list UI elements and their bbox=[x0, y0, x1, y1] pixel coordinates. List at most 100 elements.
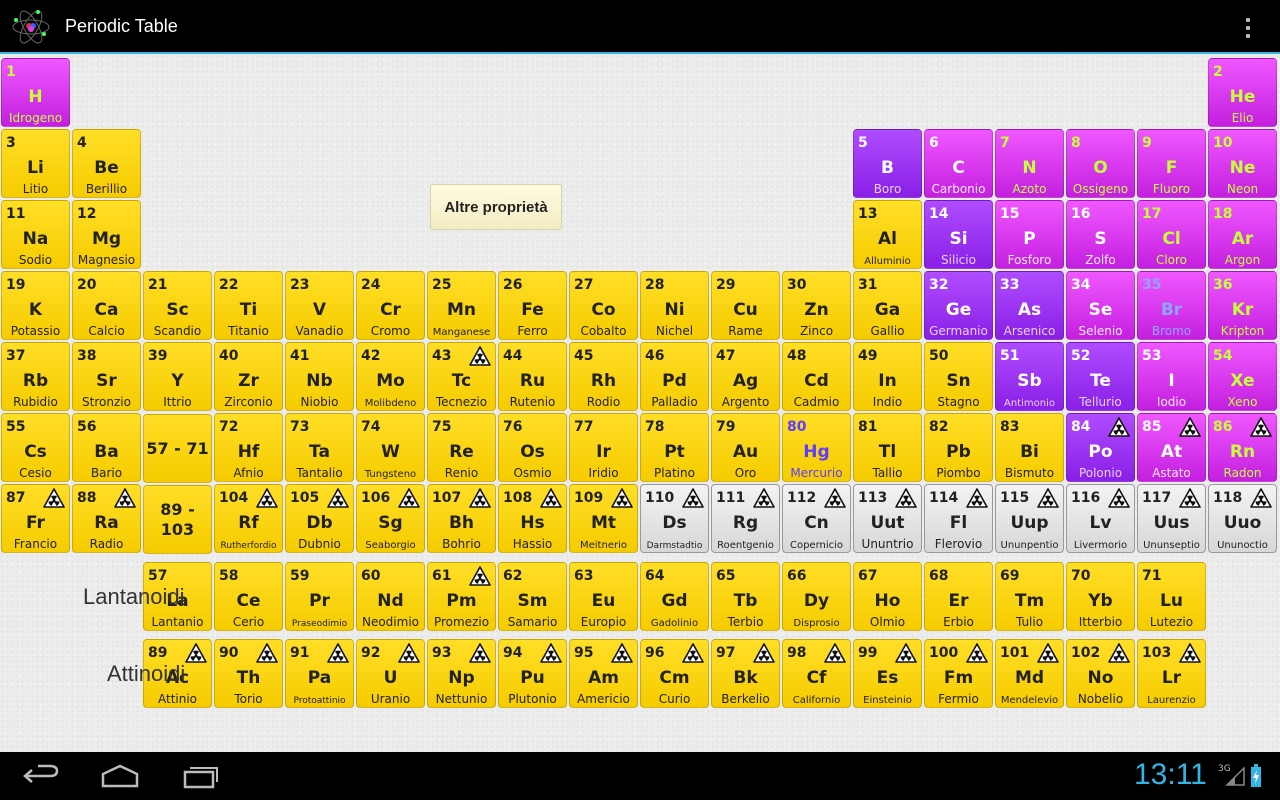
more-properties-button[interactable]: Altre proprietà bbox=[430, 184, 562, 230]
element-cell-ra[interactable]: 88 Ra Radio bbox=[72, 484, 141, 553]
element-cell-uus[interactable]: 117 Uus Ununseptio bbox=[1137, 484, 1206, 553]
element-cell-ru[interactable]: 44 Ru Rutenio bbox=[498, 342, 567, 411]
element-cell-th[interactable]: 90 Th Torio bbox=[214, 639, 283, 708]
element-cell-xe[interactable]: 54 Xe Xeno bbox=[1208, 342, 1277, 411]
element-cell-fl[interactable]: 114 Fl Flerovio bbox=[924, 484, 993, 553]
element-cell-hg[interactable]: 80 Hg Mercurio bbox=[782, 413, 851, 482]
element-cell-ca[interactable]: 20 Ca Calcio bbox=[72, 271, 141, 340]
element-cell-in[interactable]: 49 In Indio bbox=[853, 342, 922, 411]
element-cell-f[interactable]: 9 F Fluoro bbox=[1137, 129, 1206, 198]
element-cell-os[interactable]: 76 Os Osmio bbox=[498, 413, 567, 482]
element-cell-c[interactable]: 6 C Carbonio bbox=[924, 129, 993, 198]
element-cell-pu[interactable]: 94 Pu Plutonio bbox=[498, 639, 567, 708]
element-cell-gd[interactable]: 64 Gd Gadolinio bbox=[640, 562, 709, 631]
element-cell-sg[interactable]: 106 Sg Seaborgio bbox=[356, 484, 425, 553]
element-cell-db[interactable]: 105 Db Dubnio bbox=[285, 484, 354, 553]
lanthanides-range-cell[interactable]: 57 - 71 bbox=[143, 414, 212, 483]
element-cell-si[interactable]: 14 Si Silicio bbox=[924, 200, 993, 269]
element-cell-be[interactable]: 4 Be Berillio bbox=[72, 129, 141, 198]
element-cell-sc[interactable]: 21 Sc Scandio bbox=[143, 271, 212, 340]
element-cell-mg[interactable]: 12 Mg Magnesio bbox=[72, 200, 141, 269]
element-cell-s[interactable]: 16 S Zolfo bbox=[1066, 200, 1135, 269]
element-cell-rg[interactable]: 111 Rg Roentgenio bbox=[711, 484, 780, 553]
element-cell-as[interactable]: 33 As Arsenico bbox=[995, 271, 1064, 340]
element-cell-cr[interactable]: 24 Cr Cromo bbox=[356, 271, 425, 340]
element-cell-ce[interactable]: 58 Ce Cerio bbox=[214, 562, 283, 631]
element-cell-pr[interactable]: 59 Pr Praseodimio bbox=[285, 562, 354, 631]
element-cell-y[interactable]: 39 Y Ittrio bbox=[143, 342, 212, 411]
element-cell-na[interactable]: 11 Na Sodio bbox=[1, 200, 70, 269]
element-cell-cm[interactable]: 96 Cm Curio bbox=[640, 639, 709, 708]
element-cell-hf[interactable]: 72 Hf Afnio bbox=[214, 413, 283, 482]
element-cell-he[interactable]: 2 He Elio bbox=[1208, 58, 1277, 127]
element-cell-hs[interactable]: 108 Hs Hassio bbox=[498, 484, 567, 553]
element-cell-rh[interactable]: 45 Rh Rodio bbox=[569, 342, 638, 411]
element-cell-br[interactable]: 35 Br Bromo bbox=[1137, 271, 1206, 340]
overflow-menu-icon[interactable] bbox=[1236, 14, 1260, 42]
element-cell-h[interactable]: 1 H Idrogeno bbox=[1, 58, 70, 127]
element-cell-ho[interactable]: 67 Ho Olmio bbox=[853, 562, 922, 631]
element-cell-tb[interactable]: 65 Tb Terbio bbox=[711, 562, 780, 631]
element-cell-ga[interactable]: 31 Ga Gallio bbox=[853, 271, 922, 340]
element-cell-tl[interactable]: 81 Tl Tallio bbox=[853, 413, 922, 482]
element-cell-sn[interactable]: 50 Sn Stagno bbox=[924, 342, 993, 411]
element-cell-dy[interactable]: 66 Dy Disprosio bbox=[782, 562, 851, 631]
element-cell-re[interactable]: 75 Re Renio bbox=[427, 413, 496, 482]
element-cell-nd[interactable]: 60 Nd Neodimio bbox=[356, 562, 425, 631]
element-cell-ne[interactable]: 10 Ne Neon bbox=[1208, 129, 1277, 198]
element-cell-zn[interactable]: 30 Zn Zinco bbox=[782, 271, 851, 340]
element-cell-er[interactable]: 68 Er Erbio bbox=[924, 562, 993, 631]
element-cell-ir[interactable]: 77 Ir Iridio bbox=[569, 413, 638, 482]
element-cell-pm[interactable]: 61 Pm Promezio bbox=[427, 562, 496, 631]
element-cell-sr[interactable]: 38 Sr Stronzio bbox=[72, 342, 141, 411]
element-cell-nb[interactable]: 41 Nb Niobio bbox=[285, 342, 354, 411]
recent-apps-icon[interactable] bbox=[182, 762, 220, 790]
back-icon[interactable] bbox=[22, 762, 60, 790]
element-cell-ds[interactable]: 110 Ds Darmstadtio bbox=[640, 484, 709, 553]
element-cell-sb[interactable]: 51 Sb Antimonio bbox=[995, 342, 1064, 411]
element-cell-bi[interactable]: 83 Bi Bismuto bbox=[995, 413, 1064, 482]
element-cell-uut[interactable]: 113 Uut Ununtrio bbox=[853, 484, 922, 553]
element-cell-po[interactable]: 84 Po Polonio bbox=[1066, 413, 1135, 482]
element-cell-cl[interactable]: 17 Cl Cloro bbox=[1137, 200, 1206, 269]
element-cell-lv[interactable]: 116 Lv Livermorio bbox=[1066, 484, 1135, 553]
element-cell-tm[interactable]: 69 Tm Tulio bbox=[995, 562, 1064, 631]
element-cell-cu[interactable]: 29 Cu Rame bbox=[711, 271, 780, 340]
element-cell-w[interactable]: 74 W Tungsteno bbox=[356, 413, 425, 482]
element-cell-rn[interactable]: 86 Rn Radon bbox=[1208, 413, 1277, 482]
element-cell-yb[interactable]: 70 Yb Itterbio bbox=[1066, 562, 1135, 631]
element-cell-lu[interactable]: 71 Lu Lutezio bbox=[1137, 562, 1206, 631]
element-cell-uuo[interactable]: 118 Uuo Ununoctio bbox=[1208, 484, 1277, 553]
element-cell-eu[interactable]: 63 Eu Europio bbox=[569, 562, 638, 631]
element-cell-ni[interactable]: 28 Ni Nichel bbox=[640, 271, 709, 340]
element-cell-n[interactable]: 7 N Azoto bbox=[995, 129, 1064, 198]
element-cell-te[interactable]: 52 Te Tellurio bbox=[1066, 342, 1135, 411]
element-cell-v[interactable]: 23 V Vanadio bbox=[285, 271, 354, 340]
element-cell-md[interactable]: 101 Md Mendelevio bbox=[995, 639, 1064, 708]
element-cell-am[interactable]: 95 Am Americio bbox=[569, 639, 638, 708]
element-cell-ge[interactable]: 32 Ge Germanio bbox=[924, 271, 993, 340]
element-cell-at[interactable]: 85 At Astato bbox=[1137, 413, 1206, 482]
element-cell-cd[interactable]: 48 Cd Cadmio bbox=[782, 342, 851, 411]
element-cell-ta[interactable]: 73 Ta Tantalio bbox=[285, 413, 354, 482]
element-cell-mo[interactable]: 42 Mo Molibdeno bbox=[356, 342, 425, 411]
element-cell-k[interactable]: 19 K Potassio bbox=[1, 271, 70, 340]
element-cell-b[interactable]: 5 B Boro bbox=[853, 129, 922, 198]
element-cell-cs[interactable]: 55 Cs Cesio bbox=[1, 413, 70, 482]
element-cell-pd[interactable]: 46 Pd Palladio bbox=[640, 342, 709, 411]
element-cell-fe[interactable]: 26 Fe Ferro bbox=[498, 271, 567, 340]
element-cell-ar[interactable]: 18 Ar Argon bbox=[1208, 200, 1277, 269]
element-cell-rb[interactable]: 37 Rb Rubidio bbox=[1, 342, 70, 411]
element-cell-rf[interactable]: 104 Rf Rutherfordio bbox=[214, 484, 283, 553]
element-cell-es[interactable]: 99 Es Einsteinio bbox=[853, 639, 922, 708]
atom-icon[interactable] bbox=[10, 6, 52, 48]
home-icon[interactable] bbox=[101, 762, 139, 790]
element-cell-p[interactable]: 15 P Fosforo bbox=[995, 200, 1064, 269]
element-cell-i[interactable]: 53 I Iodio bbox=[1137, 342, 1206, 411]
element-cell-no[interactable]: 102 No Nobelio bbox=[1066, 639, 1135, 708]
element-cell-zr[interactable]: 40 Zr Zirconio bbox=[214, 342, 283, 411]
element-cell-pt[interactable]: 78 Pt Platino bbox=[640, 413, 709, 482]
element-cell-cn[interactable]: 112 Cn Copernicio bbox=[782, 484, 851, 553]
element-cell-au[interactable]: 79 Au Oro bbox=[711, 413, 780, 482]
element-cell-ba[interactable]: 56 Ba Bario bbox=[72, 413, 141, 482]
